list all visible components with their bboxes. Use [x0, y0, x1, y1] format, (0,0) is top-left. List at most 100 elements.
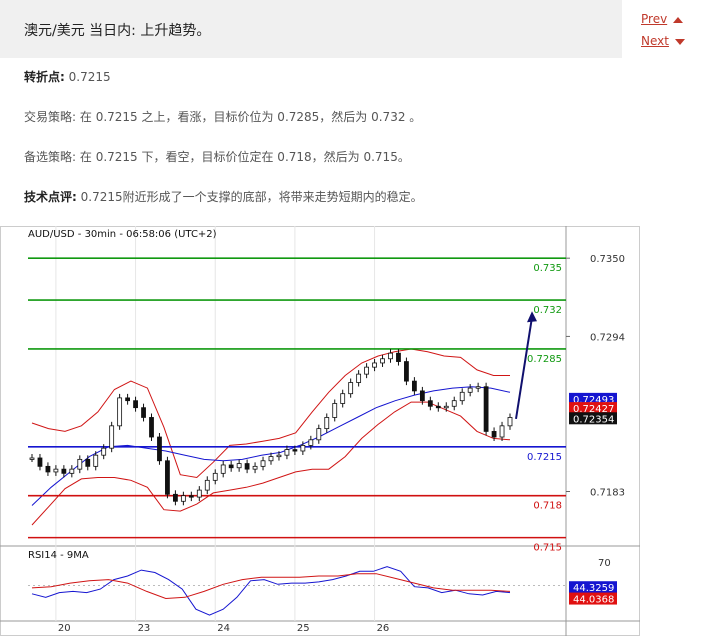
- candle-body: [308, 439, 314, 446]
- pivot-line: 转折点: 0.7215: [24, 68, 111, 85]
- date-tick-label: 25: [297, 623, 310, 634]
- candle-body: [324, 417, 330, 430]
- candle-body: [427, 400, 433, 407]
- next-link[interactable]: Next: [641, 34, 685, 48]
- candle-body: [125, 397, 130, 402]
- candle-body: [372, 362, 377, 368]
- candle-body: [133, 400, 138, 409]
- chart-title: AUD/USD - 30min - 06:58:06 (UTC+2): [28, 229, 217, 240]
- candle-body: [101, 447, 107, 456]
- level-label: 0.718: [533, 501, 562, 512]
- date-tick-label: 26: [377, 623, 390, 634]
- candle-body: [340, 393, 346, 404]
- triangle-up-icon: [673, 16, 684, 23]
- candle-body: [435, 405, 441, 409]
- candle-body: [467, 387, 473, 393]
- candle-body: [37, 457, 43, 467]
- candle-body: [29, 457, 35, 460]
- price-tick-label: 0.7183: [590, 488, 625, 499]
- prev-label: Prev: [641, 12, 668, 26]
- candle-body: [404, 361, 409, 382]
- candle-body: [85, 458, 91, 467]
- comment-line: 技术点评: 0.7215附近形成了一个支撑的底部，将带来走势短期内的稳定。: [24, 188, 423, 205]
- price-chart: 0.735 0.732 0.7285 0.7215 0.718 0.715 AUD/USD…: [0, 226, 640, 636]
- candle-body: [157, 436, 162, 462]
- date-tick-label: 20: [58, 623, 71, 634]
- page-title: 澳元/美元 当日内: 上升趋势。: [24, 23, 211, 39]
- candle-body: [276, 454, 282, 458]
- candle-body: [196, 489, 202, 498]
- candle-body: [53, 468, 59, 473]
- alt-strategy-text: 在 0.7215 下，看空，目标价位定在 0.718，然后为 0.715。: [79, 150, 410, 164]
- candle-body: [69, 468, 75, 474]
- candle-body: [388, 352, 393, 360]
- level-label: 0.732: [533, 305, 562, 316]
- level-label: 0.7285: [527, 354, 562, 365]
- candle-body: [117, 397, 123, 427]
- prev-link[interactable]: Prev: [641, 12, 684, 26]
- alt-strategy-label: 备选策略:: [24, 150, 77, 164]
- candle-body: [364, 366, 370, 375]
- candle-body: [459, 391, 465, 402]
- candle-body: [284, 449, 290, 456]
- candle-body: [252, 465, 258, 470]
- rsi-badge-label: 44.0368: [573, 595, 614, 606]
- candle-body: [228, 464, 234, 469]
- price-badge-label: 0.72354: [573, 414, 614, 425]
- candle-body: [411, 380, 417, 392]
- triangle-down-icon: [674, 38, 685, 45]
- strategy-line: 交易策略: 在 0.7215 之上，看涨，目标价位为 0.7285，然后为 0.…: [24, 108, 421, 125]
- candle-body: [212, 472, 218, 481]
- candle-body: [45, 465, 51, 473]
- pivot-label: 转折点:: [24, 70, 65, 84]
- level-label: 0.735: [533, 263, 562, 274]
- candle-body: [93, 454, 99, 467]
- candle-body: [507, 417, 513, 427]
- comment-label: 技术点评:: [24, 190, 77, 204]
- candle-body: [499, 425, 505, 438]
- candle-body: [180, 495, 186, 502]
- strategy-label: 交易策略:: [24, 110, 77, 124]
- level-label: 0.7215: [527, 452, 562, 463]
- candle-body: [188, 495, 194, 498]
- candle-body: [419, 390, 425, 402]
- date-tick-label: 24: [217, 623, 230, 634]
- comment-text: 0.7215附近形成了一个支撑的底部，将带来走势短期内的稳定。: [80, 190, 423, 204]
- strategy-text: 在 0.7215 之上，看涨，目标价位为 0.7285，然后为 0.732 。: [79, 110, 422, 124]
- candle-body: [292, 449, 298, 452]
- candle-body: [451, 400, 457, 407]
- candle-body: [475, 386, 481, 389]
- candle-body: [149, 417, 154, 438]
- candle-body: [109, 425, 115, 449]
- candle-body: [300, 444, 306, 452]
- price-tick-label: 0.7350: [590, 254, 625, 265]
- candle-body: [220, 464, 226, 474]
- candle-body: [172, 493, 178, 502]
- candle-body: [332, 403, 338, 418]
- candle-body: [141, 407, 146, 418]
- candle-body: [165, 460, 170, 495]
- price-tick-label: 0.7294: [590, 332, 625, 343]
- date-tick-label: 23: [138, 623, 151, 634]
- candle-body: [483, 386, 489, 432]
- rsi-tick-label: 70: [598, 558, 611, 569]
- rsi-title: RSI14 - 9MA: [28, 550, 89, 561]
- level-label: 0.715: [533, 543, 562, 554]
- candle-body: [268, 456, 274, 462]
- candle-body: [396, 352, 401, 362]
- candle-body: [491, 431, 497, 438]
- candle-body: [348, 382, 354, 395]
- alt-strategy-line: 备选策略: 在 0.7215 下，看空，目标价位定在 0.718，然后为 0.7…: [24, 148, 410, 165]
- pivot-value: 0.7215: [68, 70, 111, 84]
- candle-body: [316, 428, 322, 441]
- candle-body: [204, 479, 210, 491]
- candle-body: [260, 460, 266, 467]
- candle-body: [356, 373, 362, 383]
- next-label: Next: [641, 34, 669, 48]
- candle-body: [236, 463, 242, 469]
- candle-body: [443, 405, 449, 409]
- candle-body: [61, 468, 67, 474]
- candle-body: [244, 463, 250, 470]
- candle-body: [380, 358, 385, 364]
- candle-body: [77, 458, 83, 470]
